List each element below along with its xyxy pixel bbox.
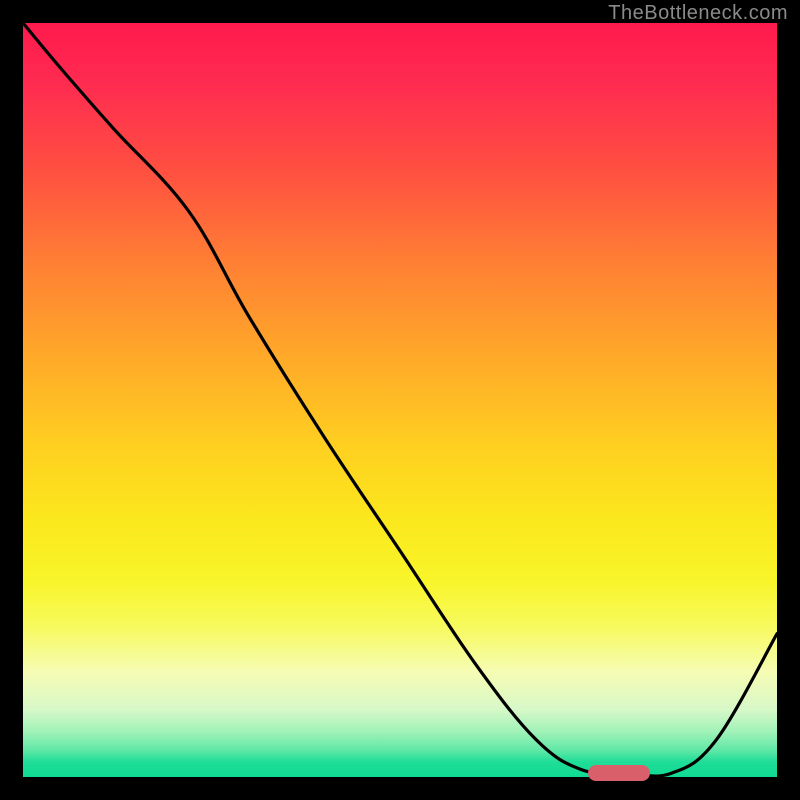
chart-curve	[23, 23, 777, 777]
watermark-text: TheBottleneck.com	[608, 2, 788, 25]
curve-line	[23, 23, 777, 776]
chart-plot-area	[23, 23, 777, 777]
optimum-marker	[588, 765, 650, 781]
